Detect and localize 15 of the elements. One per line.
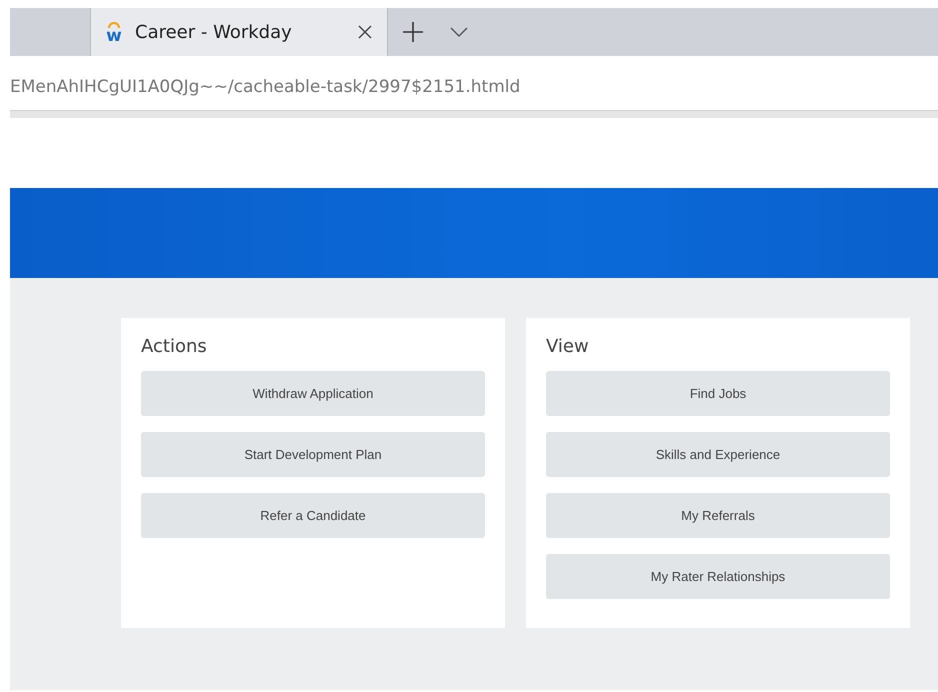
action-button[interactable]: Withdraw Application xyxy=(141,371,485,416)
action-button[interactable]: My Rater Relationships xyxy=(546,554,890,599)
panel-title: Actions xyxy=(141,336,208,357)
panel-title: View xyxy=(546,336,590,357)
browser-tab[interactable]: w Career - Workday xyxy=(90,8,388,56)
action-button[interactable]: Skills and Experience xyxy=(546,432,890,477)
action-button[interactable]: Refer a Candidate xyxy=(141,493,485,538)
chevron-down-icon[interactable] xyxy=(450,27,468,37)
action-button[interactable]: Find Jobs xyxy=(546,371,890,416)
tab-title: Career - Workday xyxy=(135,22,293,42)
action-button[interactable]: My Referrals xyxy=(546,493,890,538)
close-icon[interactable] xyxy=(357,24,373,40)
action-button[interactable]: Start Development Plan xyxy=(141,432,485,477)
workday-logo: w xyxy=(105,22,123,42)
new-tab-icon[interactable] xyxy=(402,21,424,43)
